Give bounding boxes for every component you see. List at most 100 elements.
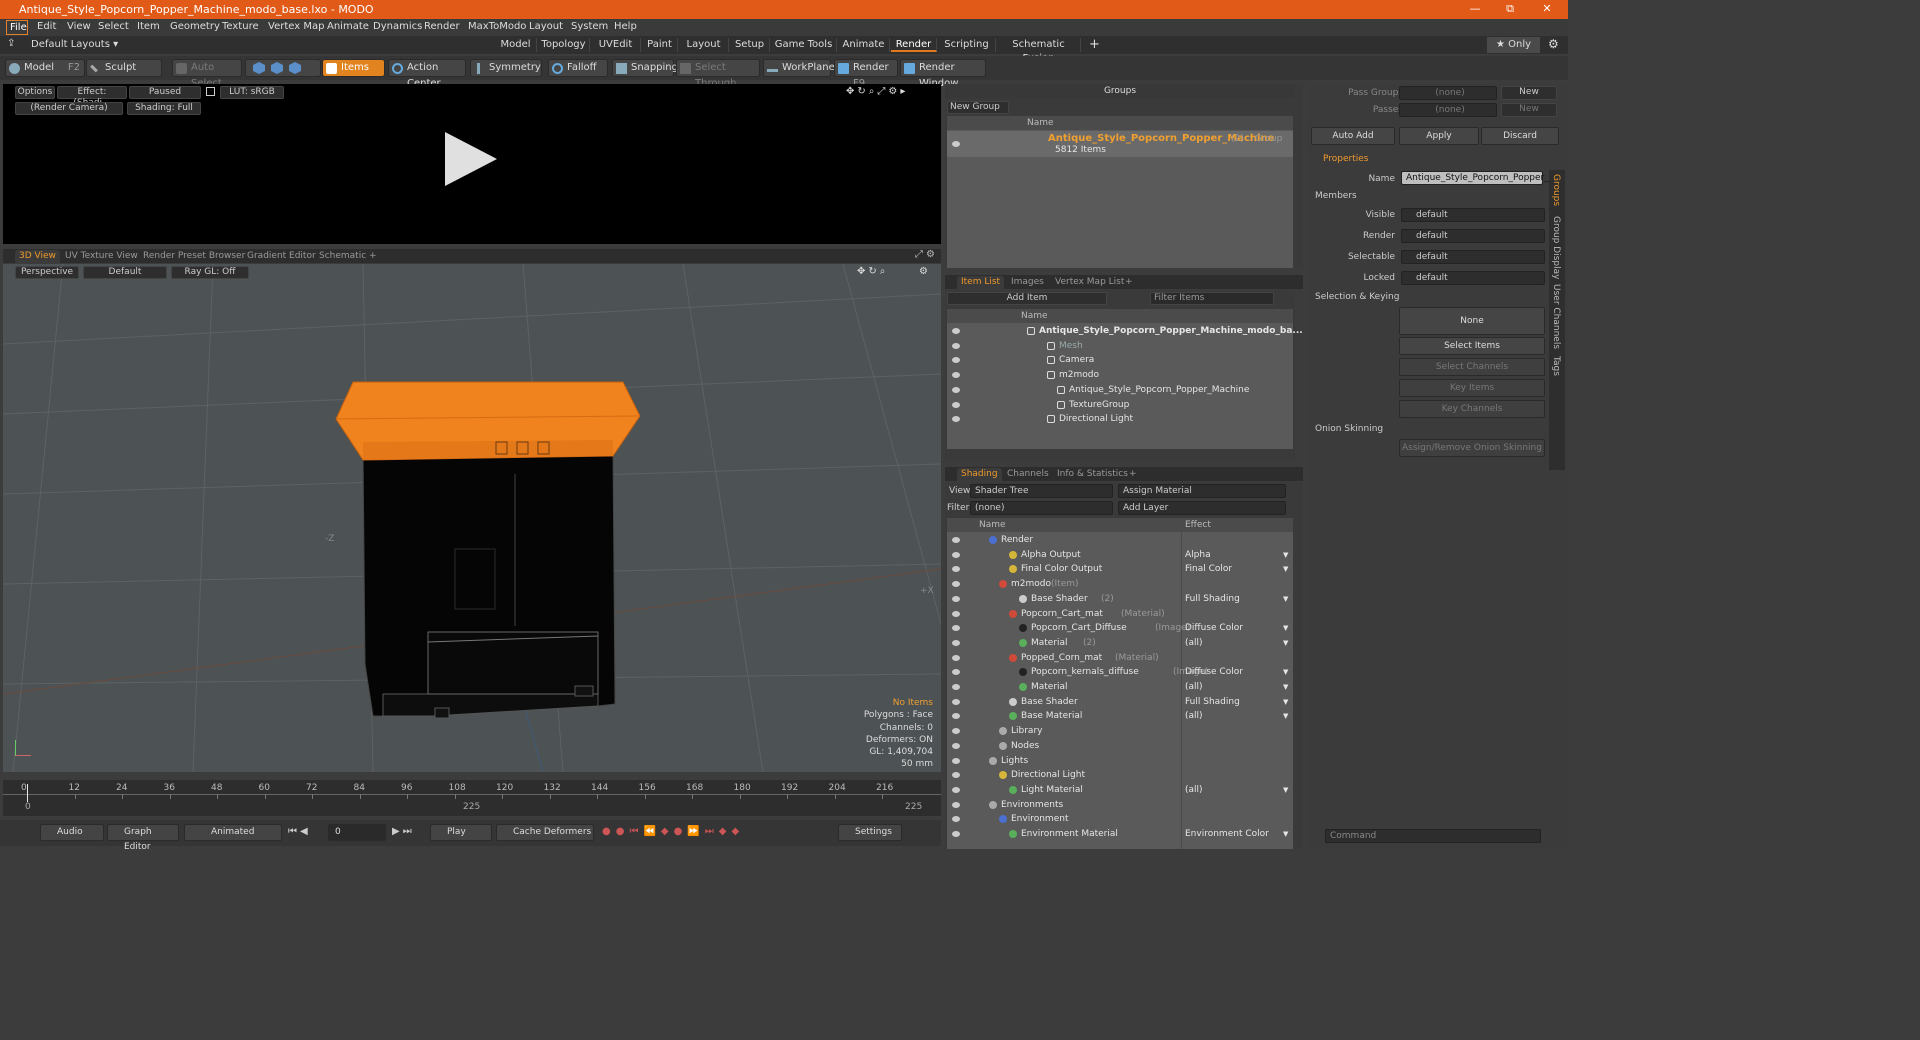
select-channels-button[interactable]: Select Channels — [1399, 358, 1545, 376]
chevron-down-icon[interactable]: ▼ — [1283, 680, 1288, 695]
add-layer-dropdown[interactable]: Add Layer — [1118, 501, 1286, 515]
chevron-down-icon[interactable]: ▼ — [1283, 636, 1288, 651]
new-group-button[interactable]: New Group — [947, 101, 1009, 114]
shader-row[interactable]: Popcorn_Cart_mat (Material) — [947, 607, 1293, 622]
shader-row[interactable]: Light Material (all) ▼ — [947, 783, 1293, 798]
cache-deformers-button[interactable]: Cache Deformers — [496, 824, 594, 841]
tab-uv-texture-view[interactable]: UV Texture View — [61, 250, 142, 263]
select-through-button[interactable]: Select Through — [676, 59, 760, 89]
lock-icon[interactable] — [206, 87, 215, 96]
add-item-dropdown[interactable]: Add Item — [947, 292, 1107, 305]
render-window-button[interactable]: Render Window — [900, 59, 986, 89]
eye-icon[interactable] — [952, 801, 960, 808]
tab-render[interactable]: Render — [891, 38, 937, 52]
shader-row[interactable]: Material (2) (all) ▼ — [947, 636, 1293, 651]
menu-maxtomodo[interactable]: MaxToModo — [468, 21, 526, 32]
transport-back-icon[interactable]: ⏮◀ — [288, 826, 311, 837]
shader-row[interactable]: Base Shader Full Shading ▼ — [947, 695, 1293, 710]
chevron-down-icon[interactable]: ▼ — [1283, 592, 1288, 607]
layout-collapse-icon[interactable]: ⇪ — [7, 38, 15, 49]
eye-icon[interactable] — [952, 141, 960, 147]
tab-animate[interactable]: Animate — [838, 38, 890, 52]
eye-icon[interactable] — [952, 669, 960, 676]
close-button[interactable]: ✕ — [1527, 2, 1567, 15]
play-button[interactable]: Play — [430, 824, 492, 841]
none-button[interactable]: None — [1399, 307, 1545, 335]
tab-model[interactable]: Model — [495, 38, 537, 52]
shader-row[interactable]: Environments — [947, 798, 1293, 813]
menu-vertex-map[interactable]: Vertex Map — [268, 21, 324, 32]
member-field-dropdown[interactable]: default — [1401, 229, 1545, 243]
new-pass-button[interactable]: New — [1501, 103, 1557, 117]
projection-dropdown[interactable]: Perspective — [15, 266, 79, 279]
shader-row[interactable]: Environment Material Environment Color ▼ — [947, 827, 1293, 842]
shader-effect[interactable]: Diffuse Color — [1185, 621, 1243, 636]
side-tab-user-channels[interactable]: User Channels — [1551, 284, 1561, 349]
auto-select-button[interactable]: Auto Select — [172, 59, 242, 89]
eye-icon[interactable] — [952, 639, 960, 646]
tab-channels[interactable]: Channels — [1003, 468, 1053, 481]
maximize-button[interactable]: ⧉ — [1490, 2, 1530, 16]
shader-row[interactable]: Library — [947, 724, 1293, 739]
shader-effect[interactable]: Full Shading — [1185, 695, 1240, 710]
view-dropdown[interactable]: Shader Tree — [970, 484, 1113, 498]
tab-info-statistics[interactable]: Info & Statistics — [1053, 468, 1132, 481]
group-row[interactable]: Antique_Style_Popcorn_Popper_Machine (2)… — [947, 131, 1293, 157]
tab-game-tools[interactable]: Game Tools — [771, 38, 837, 52]
menu-render[interactable]: Render — [424, 21, 460, 32]
discard-button[interactable]: Discard — [1481, 127, 1559, 145]
eye-icon[interactable] — [952, 401, 960, 408]
eye-icon[interactable] — [952, 728, 960, 735]
menu-item[interactable]: Item — [137, 21, 160, 32]
settings-button[interactable]: Settings — [838, 824, 902, 841]
shader-effect[interactable]: Full Shading — [1185, 592, 1240, 607]
menu-system[interactable]: System — [571, 21, 608, 32]
frame-input[interactable]: 0 — [328, 824, 386, 841]
menu-file[interactable]: File — [6, 20, 28, 35]
eye-icon[interactable] — [952, 537, 960, 543]
eye-icon[interactable] — [952, 786, 960, 793]
shading-dropdown[interactable]: Shading: Full — [127, 102, 201, 115]
side-tab-tags[interactable]: Tags — [1551, 356, 1561, 376]
eye-icon[interactable] — [952, 610, 960, 617]
timeline[interactable]: 0 12 24 36 48 60 72 84 96 108 120 132 144 156 168 180 19… — [3, 780, 941, 816]
eye-icon[interactable] — [952, 654, 960, 661]
key-controls-icon[interactable]: ●●⏮⏪◆●⏩⏭◆◆ — [602, 826, 744, 837]
name-field[interactable]: Antique_Style_Popcorn_Popper_M — [1401, 171, 1557, 185]
play-icon[interactable] — [445, 132, 497, 186]
members-section[interactable]: Members — [1315, 191, 1357, 201]
eye-icon[interactable] — [952, 772, 960, 779]
tab-scripting[interactable]: Scripting — [938, 38, 996, 52]
shader-row[interactable]: Directional Light — [947, 768, 1293, 783]
tab-schematic[interactable]: Schematic — [315, 250, 370, 263]
member-field-dropdown[interactable]: default — [1401, 208, 1545, 222]
shader-row[interactable]: Base Material (all) ▼ — [947, 709, 1293, 724]
shader-effect[interactable]: Environment Color — [1185, 827, 1269, 842]
menu-edit[interactable]: Edit — [37, 21, 56, 32]
apply-button[interactable]: Apply — [1399, 127, 1479, 145]
tab-images[interactable]: Images — [1007, 276, 1048, 289]
tab-3d-view[interactable]: 3D View — [15, 250, 60, 263]
passes-dropdown[interactable]: (none) — [1399, 103, 1497, 117]
shader-effect[interactable]: (all) — [1185, 783, 1203, 798]
render-camera-dropdown[interactable]: (Render Camera) — [15, 102, 123, 115]
eye-icon[interactable] — [952, 684, 960, 690]
tab-layout[interactable]: Layout — [679, 38, 729, 52]
chevron-down-icon[interactable]: ▼ — [1283, 562, 1288, 577]
tab-vertex-map-list[interactable]: Vertex Map List — [1051, 276, 1128, 289]
filter-items-input[interactable]: Filter Items — [1150, 292, 1274, 305]
select-items-button[interactable]: Select Items — [1399, 337, 1545, 355]
pass-groups-dropdown[interactable]: (none) — [1399, 86, 1497, 100]
tab-schematic-fusion[interactable]: Schematic Fusion — [997, 38, 1081, 64]
eye-icon[interactable] — [952, 595, 960, 602]
shader-effect[interactable]: Final Color — [1185, 562, 1232, 577]
render-options-button[interactable]: Options — [15, 86, 55, 99]
add-tab-icon[interactable]: + — [1089, 37, 1100, 52]
viewport-settings-icon[interactable]: ⚙ — [919, 266, 928, 277]
model-button[interactable]: Model F2 — [5, 59, 85, 77]
member-field-dropdown[interactable]: default — [1401, 271, 1545, 285]
workplane-button[interactable]: WorkPlane — [763, 59, 835, 77]
chevron-down-icon[interactable]: ▼ — [1283, 827, 1288, 842]
new-pass-group-button[interactable]: New — [1501, 86, 1557, 100]
assign-material-dropdown[interactable]: Assign Material — [1118, 484, 1286, 498]
